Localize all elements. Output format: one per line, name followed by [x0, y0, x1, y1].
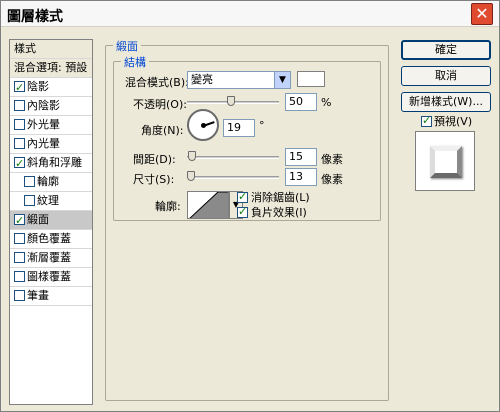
size-label: 尺寸(S): — [133, 173, 175, 186]
distance-slider-thumb[interactable] — [188, 151, 197, 161]
styles-list-item-label: 混合選項: 預設 — [14, 61, 88, 74]
angle-unit: ° — [259, 119, 265, 132]
style-checkbox[interactable] — [24, 176, 35, 187]
angle-dial-needle — [202, 121, 215, 127]
styles-list-item-label: 漸層覆蓋 — [27, 251, 71, 264]
style-checkbox[interactable] — [14, 138, 25, 149]
distance-label: 間距(D): — [133, 153, 176, 166]
styles-list-item[interactable]: 筆畫 — [10, 287, 92, 306]
layer-style-dialog: 圖層樣式 ✕ 樣式混合選項: 預設陰影內陰影外光暈內光暈斜角和浮雕輪廓紋理緞面顏… — [0, 0, 500, 412]
style-checkbox[interactable] — [14, 290, 25, 301]
cancel-button[interactable]: 取消 — [401, 66, 491, 86]
anti-alias-option[interactable]: 消除鋸齒(L) — [237, 189, 310, 205]
contour-picker[interactable] — [187, 191, 229, 219]
styles-list-item[interactable]: 外光暈 — [10, 116, 92, 135]
styles-list-item-label: 陰影 — [27, 80, 49, 93]
distance-slider[interactable] — [187, 156, 279, 159]
styles-list-item[interactable]: 顏色覆蓋 — [10, 230, 92, 249]
size-unit: 像素 — [321, 173, 343, 186]
style-checkbox[interactable] — [14, 252, 25, 263]
size-input[interactable]: 13 — [285, 168, 317, 186]
styles-list-item-label: 輪廓 — [37, 175, 59, 188]
styles-list-item-label: 緞面 — [27, 213, 49, 226]
style-preview — [415, 131, 475, 191]
size-slider[interactable] — [187, 176, 279, 179]
anti-alias-checkbox[interactable] — [237, 190, 248, 203]
opacity-slider-thumb[interactable] — [227, 96, 235, 106]
invert-option[interactable]: 負片效果(I) — [237, 204, 307, 220]
contour-curve-icon — [189, 192, 228, 218]
styles-list-item[interactable]: 漸層覆蓋 — [10, 249, 92, 268]
style-checkbox[interactable] — [14, 271, 25, 282]
contour-label: 輪廓: — [155, 200, 181, 213]
invert-label: 負片效果(I) — [251, 206, 307, 219]
preview-checkbox[interactable] — [421, 114, 432, 127]
styles-list-item[interactable]: 斜角和浮雕 — [10, 154, 92, 173]
style-checkbox[interactable] — [14, 233, 25, 244]
styles-list-item-label: 顏色覆蓋 — [27, 232, 71, 245]
opacity-input[interactable]: 50 — [285, 93, 317, 111]
structure-group-title: 結構 — [121, 54, 149, 70]
style-checkbox[interactable] — [24, 195, 35, 206]
styles-list-item-label: 樣式 — [14, 42, 36, 55]
opacity-unit: % — [321, 96, 332, 109]
chevron-down-icon: ▼ — [274, 72, 290, 88]
angle-label: 角度(N): — [141, 124, 184, 137]
angle-dial[interactable] — [187, 109, 219, 141]
styles-list-item[interactable]: 輪廓 — [10, 173, 92, 192]
style-checkbox[interactable] — [14, 100, 25, 111]
anti-alias-label: 消除鋸齒(L) — [251, 191, 310, 204]
styles-list-item-label: 筆畫 — [27, 289, 49, 302]
styles-list-item[interactable]: 緞面 — [10, 211, 92, 230]
distance-input[interactable]: 15 — [285, 148, 317, 166]
styles-list-item[interactable]: 樣式 — [10, 40, 92, 59]
dialog-title: 圖層樣式 — [7, 9, 63, 25]
style-checkbox[interactable] — [14, 155, 25, 173]
preview-option[interactable]: 預視(V) — [421, 113, 472, 129]
styles-list-item-label: 內陰影 — [27, 99, 60, 112]
style-checkbox[interactable] — [14, 212, 25, 230]
styles-list: 樣式混合選項: 預設陰影內陰影外光暈內光暈斜角和浮雕輪廓紋理緞面顏色覆蓋漸層覆蓋… — [9, 39, 93, 405]
angle-input[interactable]: 19 — [223, 119, 255, 137]
satin-color-swatch[interactable] — [297, 71, 325, 87]
blend-mode-label: 混合模式(B): — [125, 76, 189, 89]
preview-label: 預視(V) — [434, 115, 473, 128]
blend-mode-select[interactable]: 變亮 ▼ — [187, 71, 291, 89]
styles-list-item-label: 內光暈 — [27, 137, 60, 150]
styles-list-item[interactable]: 混合選項: 預設 — [10, 59, 92, 78]
styles-list-item[interactable]: 內陰影 — [10, 97, 92, 116]
style-checkbox[interactable] — [14, 119, 25, 130]
blend-mode-value: 變亮 — [191, 73, 213, 86]
preview-swatch — [430, 146, 462, 178]
styles-list-item-label: 紋理 — [37, 194, 59, 207]
styles-list-item[interactable]: 陰影 — [10, 78, 92, 97]
new-style-button[interactable]: 新增樣式(W)... — [401, 92, 491, 112]
styles-list-item[interactable]: 內光暈 — [10, 135, 92, 154]
styles-list-item-label: 圖樣覆蓋 — [27, 270, 71, 283]
close-icon[interactable]: ✕ — [471, 3, 493, 25]
opacity-label: 不透明(O): — [133, 98, 187, 111]
ok-button[interactable]: 確定 — [401, 40, 491, 60]
satin-group-title: 緞面 — [113, 38, 141, 54]
styles-list-item-label: 斜角和浮雕 — [27, 156, 82, 169]
distance-unit: 像素 — [321, 153, 343, 166]
invert-checkbox[interactable] — [237, 205, 248, 218]
style-checkbox[interactable] — [14, 79, 25, 97]
styles-list-item[interactable]: 圖樣覆蓋 — [10, 268, 92, 287]
title-bar: 圖層樣式 ✕ — [1, 1, 499, 27]
styles-list-item[interactable]: 紋理 — [10, 192, 92, 211]
styles-list-item-label: 外光暈 — [27, 118, 60, 131]
